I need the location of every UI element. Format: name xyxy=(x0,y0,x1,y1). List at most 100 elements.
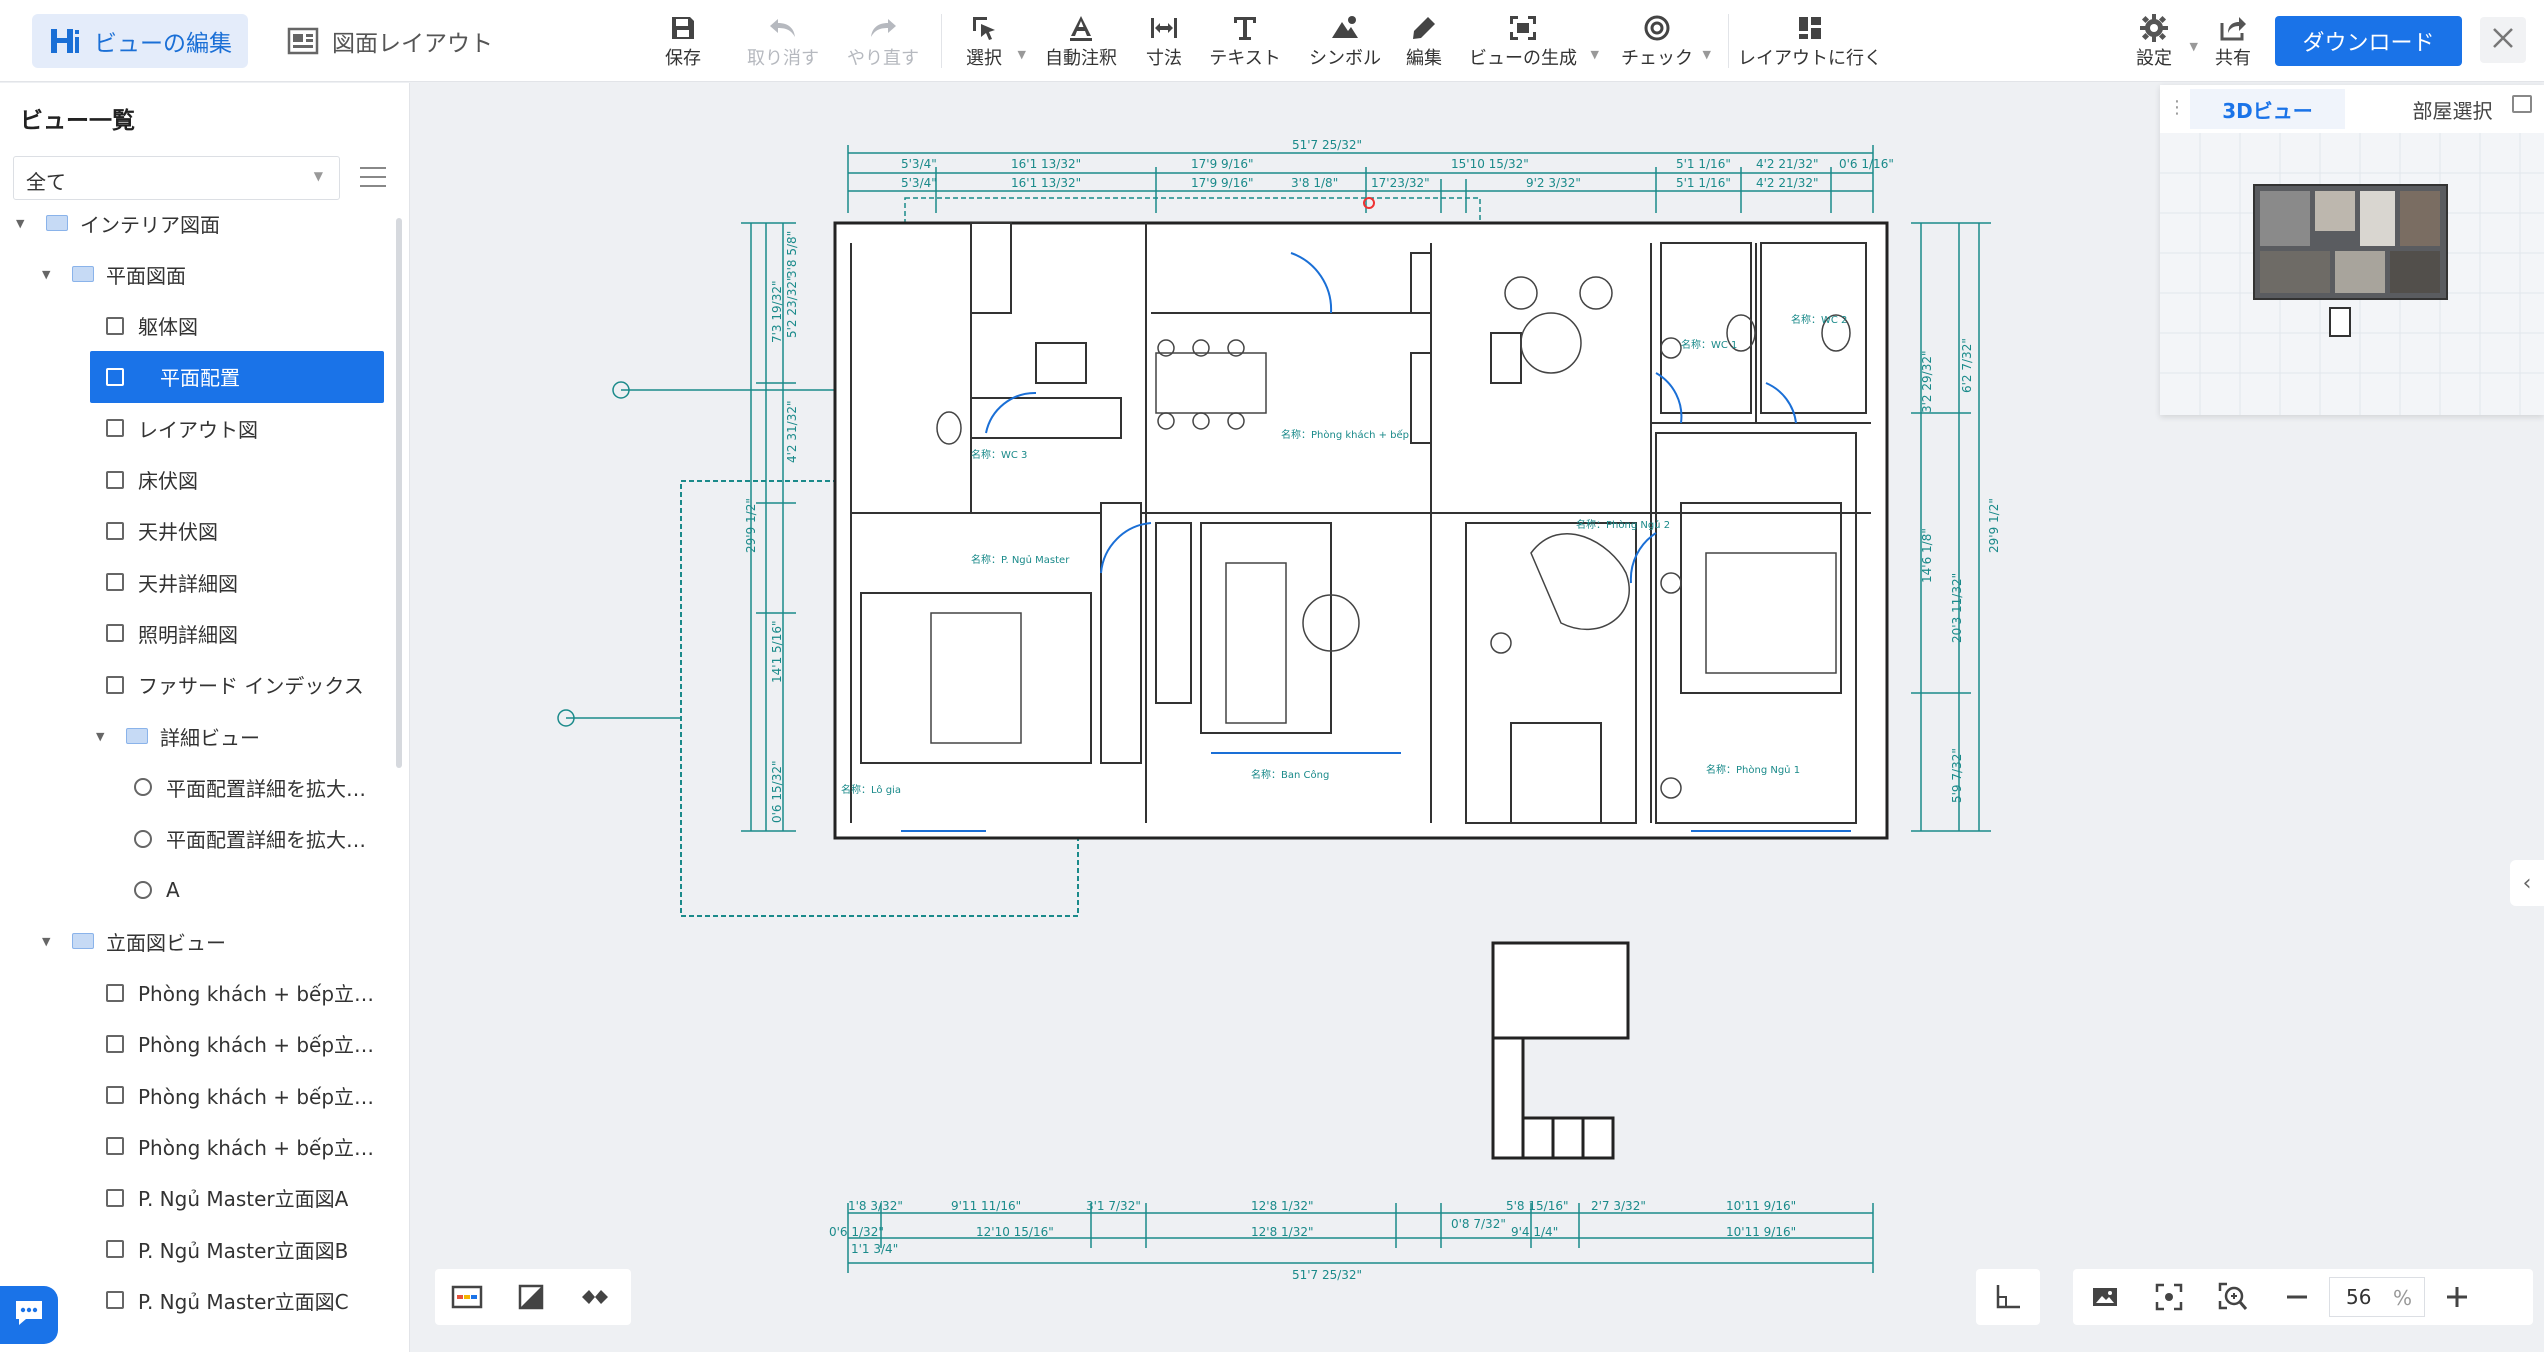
chat-support-button[interactable] xyxy=(0,1286,58,1344)
tree-item[interactable]: Phòng khách + bếp立… xyxy=(0,1120,396,1172)
save-label: 保存 xyxy=(665,48,701,69)
tab-edit-view[interactable]: ビューの編集 xyxy=(32,14,248,68)
dim-bottom-row2-1: 0'6 1/32" xyxy=(829,1225,884,1239)
select-button[interactable]: 選択 ▼ xyxy=(936,12,1032,72)
dim-top-row2-8: 4'2 21/32" xyxy=(1756,176,1818,190)
go-layout-icon xyxy=(1735,12,1885,44)
canvas-tools-axis xyxy=(1976,1269,2040,1325)
3d-preview-thumbnail[interactable] xyxy=(2160,133,2544,415)
plan-view-icon xyxy=(104,418,126,438)
tab-drawing-layout[interactable]: 図面レイアウト xyxy=(270,14,509,68)
close-button[interactable] xyxy=(2480,17,2526,63)
dim-bottom-total: 51'7 25/32" xyxy=(1292,1268,1362,1282)
canvas-tools-left xyxy=(435,1269,631,1325)
dim-bottom-row2-5: 10'11 9/16" xyxy=(1726,1225,1796,1239)
tree-item[interactable]: P. Ngủ Master立面図C xyxy=(0,1274,396,1326)
fit-view-icon xyxy=(2155,1283,2183,1311)
dim-bottom-2: 9'11 11/16" xyxy=(951,1199,1021,1213)
view-list-title: ビュー一覧 xyxy=(20,108,135,134)
share-label: 共有 xyxy=(2215,48,2251,69)
ceiling-view-icon xyxy=(104,572,126,592)
view-list-panel: ビュー一覧 全て ▼ ▼ インテリア図面 ▼ 平面図面 躯体図 平面配置 レイアウト図 床伏図… xyxy=(0,83,410,1352)
redo-button[interactable]: やり直す xyxy=(835,12,931,72)
tree-item[interactable]: Phòng khách + bếp立… xyxy=(0,1018,396,1070)
top-toolbar: ビューの編集 図面レイアウト 保存 取り消す やり直す 選択 ▼ 自動注釈 寸法… xyxy=(0,0,2544,82)
tree-item[interactable]: P. Ngủ Master立面図A xyxy=(0,1172,396,1224)
dim-bottom-3: 3'1 7/32" xyxy=(1086,1199,1141,1213)
tree-item[interactable]: 平面配置詳細を拡大… xyxy=(0,813,396,865)
tree-item[interactable]: 平面配置 xyxy=(0,350,396,403)
tree-item[interactable]: ▼ 立面図ビュー xyxy=(0,915,396,967)
tree-item[interactable]: レイアウト図 xyxy=(0,402,396,454)
room-label: 名称：WC 3 xyxy=(971,448,1027,461)
coordinate-axis-button[interactable] xyxy=(1976,1269,2040,1325)
minus-icon xyxy=(2287,1295,2307,1299)
expand-toggle-icon[interactable]: ▼ xyxy=(42,935,50,948)
chevron-down-icon: ▼ xyxy=(313,169,323,183)
tree-item-label: Phòng khách + bếp立… xyxy=(138,1033,375,1058)
tree-item[interactable]: ファサード インデックス xyxy=(0,659,396,711)
zoom-level-input[interactable]: 56 % xyxy=(2329,1277,2425,1317)
sidebar-scrollbar[interactable] xyxy=(396,218,402,768)
drag-handle-icon[interactable]: ⋮ xyxy=(2168,97,2186,118)
select-icon xyxy=(936,12,1032,44)
view-filter-select[interactable]: 全て ▼ xyxy=(13,156,340,200)
fit-view-button[interactable] xyxy=(2137,1269,2201,1325)
expand-toggle-icon[interactable]: ▼ xyxy=(42,268,50,281)
drawing-canvas[interactable]: 51'7 25/32" 5'3/4" 16'1 13/32" 17'9 9/16… xyxy=(411,83,2544,1352)
text-tool-button[interactable]: テキスト xyxy=(1197,12,1293,72)
dim-right-4: 5'9 7/32" xyxy=(1950,748,1964,803)
tree-item[interactable]: ▼ 詳細ビュー xyxy=(0,710,396,762)
download-button[interactable]: ダウンロード xyxy=(2275,16,2462,66)
tree-item[interactable]: 平面配置詳細を拡大… xyxy=(0,761,396,813)
expand-toggle-icon[interactable]: ▼ xyxy=(16,217,24,230)
tree-item[interactable]: A xyxy=(0,864,396,916)
expand-panel-icon[interactable] xyxy=(2512,95,2532,113)
dim-right-5: 6'2 7/32" xyxy=(1960,338,1974,393)
tree-item[interactable]: ▼ 平面図面 xyxy=(0,248,396,300)
room-label: 名称：Ban Công xyxy=(1251,768,1329,781)
tree-item[interactable]: 照明詳細図 xyxy=(0,607,396,659)
fill-toggle-button[interactable] xyxy=(499,1269,563,1325)
dim-left-7: 3'8 5/8" xyxy=(785,231,799,278)
tree-item[interactable]: P. Ngủ Master立面図B xyxy=(0,1223,396,1275)
tree-item[interactable]: ▼ インテリア図面 xyxy=(0,197,396,249)
plus-icon xyxy=(2447,1287,2467,1307)
auto-annotate-button[interactable]: 自動注釈 xyxy=(1033,12,1129,72)
zoom-region-button[interactable] xyxy=(2201,1269,2265,1325)
tab-3d-view[interactable]: 3Dビュー xyxy=(2190,89,2345,129)
export-image-button[interactable] xyxy=(2073,1269,2137,1325)
dim-top-6: 4'2 21/32" xyxy=(1756,157,1818,171)
layer-style-icon xyxy=(451,1285,483,1309)
tree-item[interactable]: 躯体図 xyxy=(0,300,396,352)
tree-item-label: 立面図ビュー xyxy=(106,930,226,955)
generate-view-button[interactable]: ビューの生成 ▼ xyxy=(1463,12,1599,72)
tab-room-select[interactable]: 部屋選択 xyxy=(2375,89,2530,129)
ceiling-view-icon xyxy=(104,521,126,541)
dim-top-row2-5: 17'23/32" xyxy=(1371,176,1430,190)
tree-item[interactable]: Phòng khách + bếp立… xyxy=(0,1069,396,1121)
edit-button[interactable]: 編集 xyxy=(1376,12,1472,72)
zoom-out-button[interactable] xyxy=(2265,1269,2329,1325)
text-icon xyxy=(1197,12,1293,44)
dim-top-row2-1: 5'3/4" xyxy=(901,176,937,190)
check-button[interactable]: チェック ▼ xyxy=(1607,12,1711,72)
zoom-in-button[interactable] xyxy=(2425,1269,2489,1325)
tree-item[interactable]: 天井伏図 xyxy=(0,505,396,557)
list-menu-icon[interactable] xyxy=(360,167,386,191)
axis-icon xyxy=(1996,1285,2020,1309)
tree-item[interactable]: 床伏図 xyxy=(0,454,396,506)
dim-top-1: 5'3/4" xyxy=(901,157,937,171)
right-panel-toggle[interactable]: ‹ xyxy=(2510,860,2544,906)
tree-item-label: Phòng khách + bếp立… xyxy=(138,1084,375,1109)
layer-style-button[interactable] xyxy=(435,1269,499,1325)
tree-item[interactable]: Phòng khách + bếp立… xyxy=(0,967,396,1019)
tree-item[interactable]: 天井詳細図 xyxy=(0,556,396,608)
share-button[interactable]: 共有 xyxy=(2185,12,2281,72)
save-button[interactable]: 保存 xyxy=(635,12,731,72)
expand-toggle-icon[interactable]: ▼ xyxy=(96,730,104,743)
room-label: 名称：WC 1 xyxy=(1681,338,1737,351)
go-layout-button[interactable]: レイアウトに行く xyxy=(1735,12,1885,72)
undo-button[interactable]: 取り消す xyxy=(735,12,831,72)
hatch-button[interactable] xyxy=(563,1269,627,1325)
